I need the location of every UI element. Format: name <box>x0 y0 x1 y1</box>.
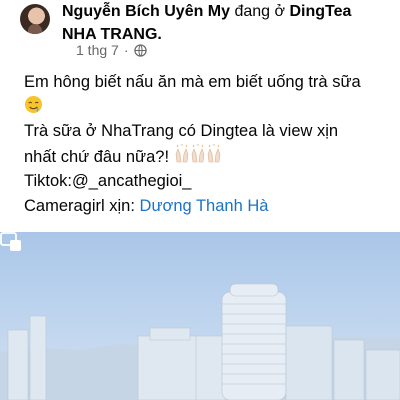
drooling-face-emoji-icon <box>24 95 43 113</box>
tagged-person-link[interactable]: Dương Thanh Hà <box>140 197 269 215</box>
raising-hands-emoji-icon <box>175 143 220 162</box>
post-text-line-4-text: nhất chứ đâu nữa?! <box>24 147 170 166</box>
post-text-line-1: Em hông biết nấu ăn mà em biết uống trà … <box>24 73 361 91</box>
post-text-line-5: Tiktok:@_ancathegioi_ <box>24 172 192 190</box>
post-meta: 1 thg 7 · <box>76 42 147 58</box>
checkin-verb: đang ở <box>234 3 286 20</box>
post-header: Nguyễn Bích Uyên My đang ở DingTea NHA T… <box>16 0 396 70</box>
post-body: Em hông biết nấu ăn mà em biết uống trà … <box>24 70 384 218</box>
avatar[interactable] <box>20 4 50 34</box>
post-header-title: Nguyễn Bích Uyên My đang ở DingTea NHA T… <box>62 0 392 46</box>
post-text-line-2 <box>24 95 384 120</box>
place-city[interactable]: NHA TRANG. <box>62 26 162 43</box>
camera-label: Cameragirl xịn: <box>24 196 135 215</box>
post-video[interactable] <box>0 232 400 400</box>
picture-in-picture-icon[interactable] <box>0 232 22 252</box>
meta-separator: · <box>123 42 129 58</box>
post-date[interactable]: 1 thg 7 <box>76 42 119 58</box>
post-text-line-3: Trà sữa ở NhaTrang có Dingtea là view xị… <box>24 122 339 140</box>
video-frame-scene <box>0 283 400 400</box>
author-name[interactable]: Nguyễn Bích Uyên My <box>62 3 230 20</box>
post-text-line-4: nhất chứ đâu nữa?! <box>24 143 384 170</box>
globe-icon <box>133 43 147 57</box>
place-name[interactable]: DingTea <box>289 3 351 20</box>
post-text-line-6: Cameragirl xịn: Dương Thanh Hà <box>24 194 384 219</box>
